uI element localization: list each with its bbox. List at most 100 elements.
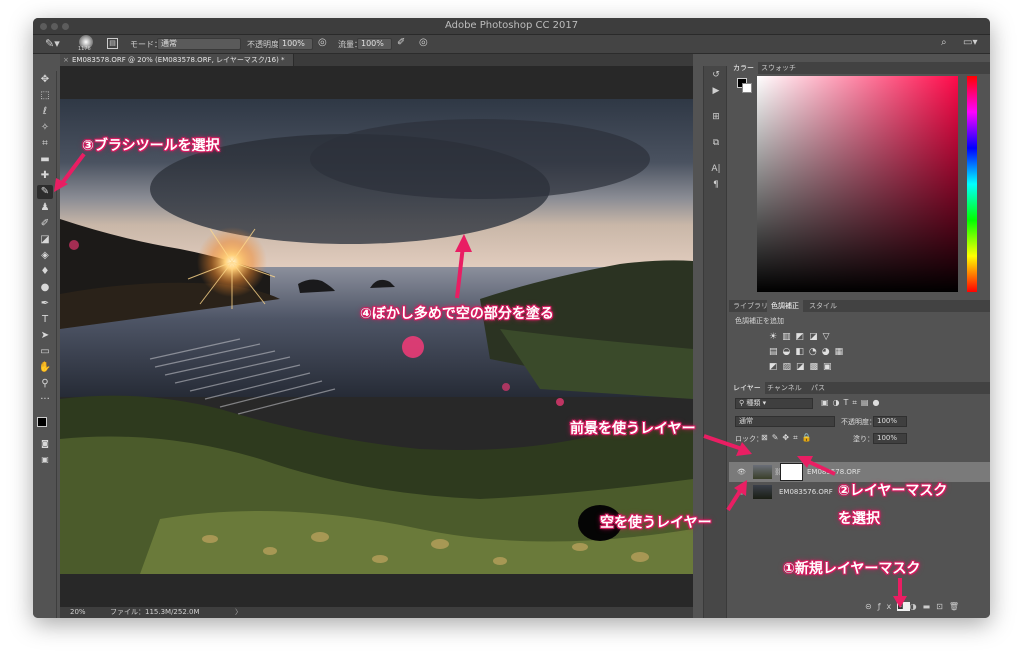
paragraph-icon[interactable]: ¶ [709,180,723,192]
annotation-step3: ③ブラシツールを選択 [82,138,220,154]
blur-tool-icon[interactable]: ♦ [37,265,53,279]
status-menu-arrow-icon[interactable]: 〉 [235,607,242,618]
document-tabs: × EM083578.ORF @ 20% (EM083578.ORF, レイヤー… [60,54,693,66]
paint-bucket-tool-icon[interactable]: ◈ [37,249,53,263]
layer-opacity-label: 不透明度： [841,418,876,426]
zoom-tool-icon[interactable]: ⚲ [37,377,53,391]
arrow-step4-icon [455,234,472,299]
close-tab-icon[interactable]: × [63,54,69,66]
lasso-tool-icon[interactable]: ℓ [37,105,53,119]
opacity-field[interactable]: 100% [278,38,313,50]
pressure-size-icon[interactable]: ◎ [419,37,428,48]
photo-image [60,99,693,574]
libraries-icon[interactable]: ⧉ [709,138,723,150]
tab-adjustments[interactable]: 色調補正 [767,300,803,312]
color-panel-tabs: カラー スウォッチ [729,62,990,74]
delete-layer-icon[interactable]: 🗑 [949,602,965,611]
new-layer-icon[interactable]: ⊡ [936,602,949,611]
adjustment-layer-icon[interactable]: ◑ [910,602,923,611]
properties-icon[interactable]: ⊞ [709,112,723,124]
clone-stamp-tool-icon[interactable]: ♟ [37,201,53,215]
workspace-icon[interactable]: ▭▾ [963,37,977,48]
fill-field[interactable]: 100% [873,433,907,444]
lock-icons[interactable]: ⊠✎✥⌗🔒 [761,433,816,443]
tab-channels[interactable]: チャンネル [763,382,806,394]
eraser-tool-icon[interactable]: ◪ [37,233,53,247]
landscape-photo[interactable] [60,99,693,574]
arrow-step2-icon [797,456,836,476]
foreground-color-swatch[interactable] [37,417,47,427]
more-tools-icon[interactable]: ··· [37,393,53,407]
type-tool-icon[interactable]: T [37,313,53,327]
brush-panel-icon[interactable]: ▤ [107,38,118,49]
character-icon[interactable]: A| [709,164,723,176]
tab-layers[interactable]: レイヤー [729,382,765,394]
annotation-step1: ①新規レイヤーマスク [783,561,921,577]
collapsed-panels-strip: ↺ ▶ ⊞ ⧉ A| ¶ [703,66,727,618]
status-zoom[interactable]: 20% [70,607,86,618]
layer-thumbnail [753,485,772,499]
marquee-tool-icon[interactable]: ⬚ [37,89,53,103]
brush-tool-preset-icon[interactable]: ✎▾ [45,37,60,50]
new-group-icon[interactable]: ▬ [923,602,937,611]
color-field[interactable] [757,76,958,292]
search-icon[interactable]: ⌕ [941,37,947,48]
blend-mode-select[interactable]: 通常 [735,416,835,427]
options-bar: ✎▾ 1176 ▤ モード： 通常 不透明度： 100% ◎ 流量： 100% … [33,35,990,54]
tab-libraries[interactable]: ライブラリ [729,300,772,312]
move-tool-icon[interactable]: ✥ [37,73,53,87]
hue-slider[interactable] [967,76,977,292]
arrow-step1-icon [893,578,907,608]
annotation-foreground-layer: 前景を使うレイヤー [570,421,696,437]
flow-field[interactable]: 100% [357,38,392,50]
layer-name: EM083576.ORF [779,488,833,496]
annotation-sky-layer: 空を使うレイヤー [600,515,712,531]
adjustments-panel-tabs: ライブラリ 色調補正 スタイル [729,300,990,312]
annotation-step2-line2: を選択 [838,511,880,527]
layer-filter-select[interactable]: ⚲ 種類 ▾ [735,398,813,409]
adjustment-icons[interactable]: ☀▥◩◪▽ ▤◒◧◔◕▦ ◩▨◪▩▣ [769,330,848,375]
link-layers-icon[interactable]: ⊝ [865,602,878,611]
right-panel: カラー スウォッチ ライブラリ 色調補正 スタイル 色調補正を追加 ☀▥◩◪▽ ▤… [729,60,990,618]
rectangle-tool-icon[interactable]: ▭ [37,345,53,359]
layer-footer-icons: ⊝ƒx◘◑▬⊡🗑 [865,602,965,611]
quick-mask-icon[interactable]: ◙ [37,437,53,451]
status-file-size: ファイル：115.3M/252.0M [110,608,200,616]
annotation-step4: ④ぼかし多めで空の部分を塗る [360,306,554,322]
mode-select[interactable]: 通常 [157,38,241,50]
crop-tool-icon[interactable]: ⌗ [37,137,53,151]
tab-styles[interactable]: スタイル [805,300,841,312]
adjustments-heading: 色調補正を追加 [735,317,784,325]
dodge-tool-icon[interactable]: ● [37,281,53,295]
annotation-step2-line1: ②レイヤーマスク [838,483,948,499]
brush-size-value: 1176 [78,46,91,52]
fill-label: 塗り： [853,435,874,443]
layer-row-foreground[interactable]: 👁 ⛓ EM083578.ORF [729,462,990,482]
history-brush-tool-icon[interactable]: ✐ [37,217,53,231]
pen-tool-icon[interactable]: ✒ [37,297,53,311]
document-tab-label: EM083578.ORF @ 20% (EM083578.ORF, レイヤーマス… [72,56,285,64]
actions-play-icon[interactable]: ▶ [709,86,723,98]
history-icon[interactable]: ↺ [709,70,723,82]
hand-tool-icon[interactable]: ✋ [37,361,53,375]
layer-thumbnail [753,465,772,479]
pressure-opacity-icon[interactable]: ◎ [318,37,327,48]
screen-mode-icon[interactable]: ▣ [37,453,53,467]
magic-wand-tool-icon[interactable]: ✧ [37,121,53,135]
panel-background-swatch[interactable] [742,83,752,93]
document-tab[interactable]: × EM083578.ORF @ 20% (EM083578.ORF, レイヤー… [60,54,294,66]
title-bar: Adobe Photoshop CC 2017 [33,18,990,35]
window-title: Adobe Photoshop CC 2017 [444,20,579,31]
layers-panel-tabs: レイヤー チャンネル パス [729,382,990,394]
layer-filter-label: 種類 [746,399,761,407]
tab-color[interactable]: カラー [729,62,758,74]
layer-opacity-field[interactable]: 100% [873,416,907,427]
arrow-step3-icon [54,152,86,192]
arrow-foreground-icon [703,434,752,456]
tab-paths[interactable]: パス [807,382,829,394]
tab-swatches[interactable]: スウォッチ [757,62,800,74]
arrow-sky-icon [726,480,747,512]
layer-filter-icons[interactable]: ▣◑T⌗▤● [821,398,883,408]
airbrush-icon[interactable]: ✐ [397,37,405,48]
path-selection-tool-icon[interactable]: ➤ [37,329,53,343]
